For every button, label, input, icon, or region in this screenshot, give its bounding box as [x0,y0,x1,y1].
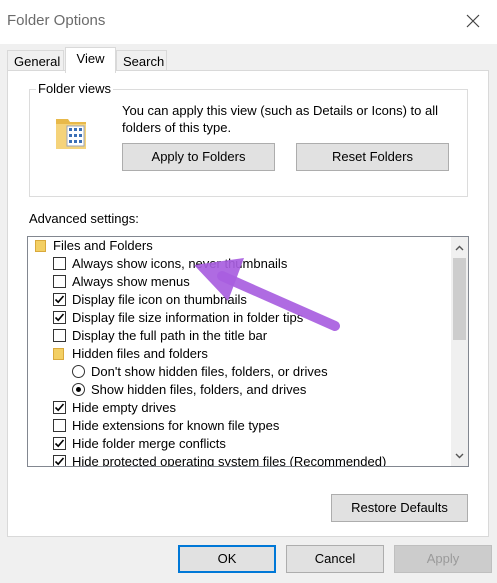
restore-defaults-label: Restore Defaults [351,500,448,515]
option-label: Hide folder merge conflicts [72,436,226,451]
checkbox-checked[interactable] [53,437,66,450]
folder-views-icon [56,119,86,149]
tab-search[interactable]: Search [116,50,167,72]
checkmark-icon [54,457,65,466]
radio-button-selected[interactable] [72,383,85,396]
option-label: Display file icon on thumbnails [72,292,247,307]
folder-icon [35,240,46,252]
folder-views-description: You can apply this view (such as Details… [122,103,439,135]
apply-to-folders-button[interactable]: Apply to Folders [122,143,275,171]
advanced-settings-list[interactable]: Files and Folders Always show icons, nev… [27,236,469,467]
checkmark-icon [54,295,65,304]
checkbox[interactable] [53,329,66,342]
apply-to-folders-label: Apply to Folders [151,149,246,164]
checkbox[interactable] [53,419,66,432]
folder-icon [53,348,64,360]
folder-views-label: Folder views [36,81,113,96]
option-label: Show hidden files, folders, and drives [91,382,307,397]
option-label: Hide empty drives [72,400,177,415]
checkmark-icon [54,313,65,322]
option-label: Don't show hidden files, folders, or dri… [91,364,328,379]
title-bar: Folder Options [0,0,497,44]
window-title: Folder Options [7,12,106,29]
reset-folders-button[interactable]: Reset Folders [296,143,449,171]
option-label: Hide protected operating system files (R… [72,454,387,467]
tree-item-label: Files and Folders [53,238,153,253]
restore-defaults-button[interactable]: Restore Defaults [331,494,468,522]
ok-label: OK [217,551,237,566]
apply-label: Apply [426,551,460,566]
close-button[interactable] [455,6,491,36]
radio-button[interactable] [72,365,85,378]
dialog-body: General View Search Folder views You can… [0,44,497,583]
chevron-up-icon [455,245,464,250]
reset-folders-label: Reset Folders [332,149,413,164]
option-label: Display file size information in folder … [72,310,304,325]
checkbox[interactable] [53,257,66,270]
cancel-button[interactable]: Cancel [286,545,384,573]
checkbox[interactable] [53,275,66,288]
close-icon [466,14,480,28]
scroll-down-button[interactable] [451,447,468,464]
option-label: Always show menus [72,274,190,289]
ok-button[interactable]: OK [178,545,276,573]
chevron-down-icon [455,453,464,458]
checkbox-checked[interactable] [53,455,66,466]
option-label: Hide extensions for known file types [72,418,280,433]
checkmark-icon [54,403,65,412]
tab-general[interactable]: General [7,50,64,72]
checkbox-checked[interactable] [53,311,66,324]
checkmark-icon [54,439,65,448]
tree-item-label: Hidden files and folders [72,346,208,361]
option-label: Always show icons, never thumbnails [72,256,288,271]
advanced-settings-label: Advanced settings: [29,211,139,226]
checkbox-checked[interactable] [53,293,66,306]
cancel-label: Cancel [314,551,356,566]
apply-button: Apply [394,545,492,573]
checkbox-checked[interactable] [53,401,66,414]
vertical-scrollbar[interactable] [451,237,468,466]
scroll-up-button[interactable] [451,239,468,256]
option-label: Display the full path in the title bar [72,328,268,343]
scrollbar-thumb[interactable] [453,258,466,340]
tab-view[interactable]: View [65,47,116,73]
